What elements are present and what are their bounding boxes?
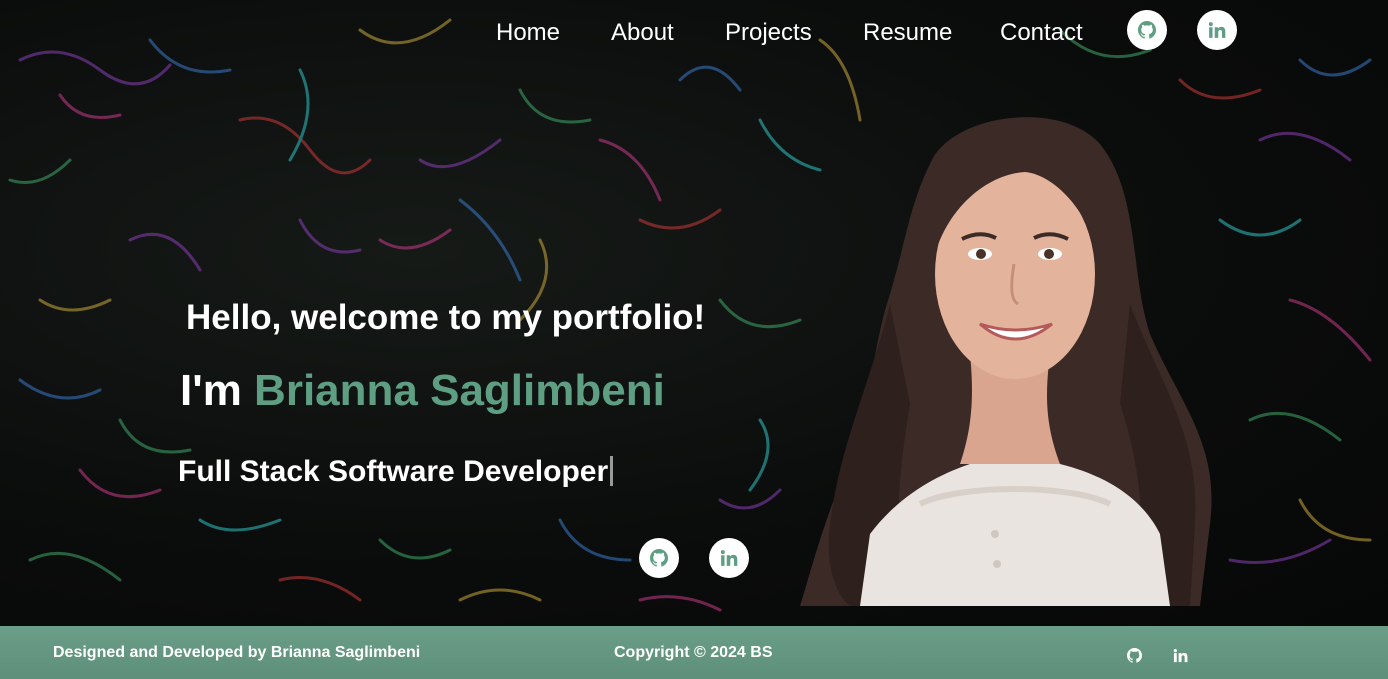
nav-github-button[interactable] <box>1127 10 1167 50</box>
typing-cursor <box>610 456 614 486</box>
github-icon <box>1127 648 1143 663</box>
portrait-photo <box>800 117 1212 606</box>
nav-link-about[interactable]: About <box>611 18 674 48</box>
nav-link-resume[interactable]: Resume <box>863 18 952 48</box>
portfolio-page: Home About Projects Resume Contact Hello… <box>0 0 1388 679</box>
linkedin-icon <box>720 550 738 566</box>
footer-github-link[interactable] <box>1127 648 1143 668</box>
nav-link-projects[interactable]: Projects <box>725 18 812 48</box>
intro-prefix: I'm <box>180 366 255 415</box>
footer-linkedin-link[interactable] <box>1173 648 1188 668</box>
hero-intro: I'm Brianna Saglimbeni <box>180 364 665 418</box>
page-footer: Designed and Developed by Brianna Saglim… <box>0 626 1388 679</box>
hero-linkedin-button[interactable] <box>709 538 749 578</box>
nav-link-contact[interactable]: Contact <box>1000 18 1083 48</box>
hero-role: Full Stack Software Developer <box>178 452 614 492</box>
github-icon <box>1138 21 1156 39</box>
hero-name: Brianna Saglimbeni <box>254 366 665 415</box>
linkedin-icon <box>1208 22 1226 38</box>
nav-linkedin-button[interactable] <box>1197 10 1237 50</box>
hero-github-button[interactable] <box>639 538 679 578</box>
github-icon <box>650 549 668 567</box>
hero-greeting: Hello, welcome to my portfolio! <box>186 298 706 337</box>
top-navigation: Home About Projects Resume Contact <box>0 0 1388 66</box>
linkedin-icon <box>1173 648 1188 663</box>
footer-credit: Designed and Developed by Brianna Saglim… <box>53 644 421 661</box>
footer-copyright: Copyright © 2024 BS <box>614 644 773 661</box>
nav-link-home[interactable]: Home <box>496 18 560 48</box>
role-text: Full Stack Software Developer <box>178 455 609 488</box>
